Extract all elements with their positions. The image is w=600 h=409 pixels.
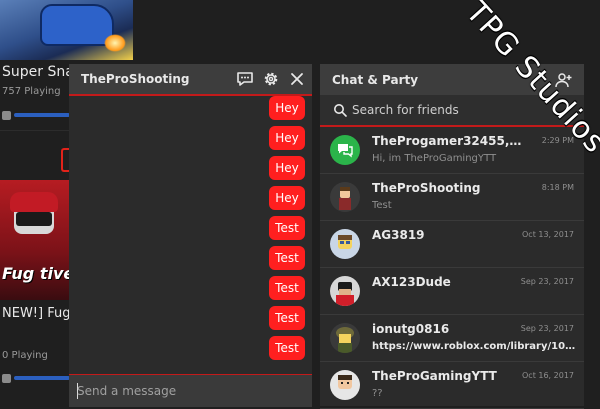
conversation-time: Oct 16, 2017 <box>522 371 574 380</box>
conversation-name: AX123Dude <box>372 275 451 289</box>
conversation-preview: ?? <box>372 388 383 399</box>
message-bubble: Hey <box>269 126 305 150</box>
conversation-list-item[interactable]: ionutg0816 https://www.roblox.com/librar… <box>320 315 584 362</box>
conversation-list-item[interactable]: TheProShooting Test 8:18 PM <box>320 174 584 221</box>
cap-image <box>10 192 58 212</box>
message-bubble: Hey <box>269 186 305 210</box>
player-count: 0 Playing <box>2 350 48 361</box>
car-image <box>40 4 114 46</box>
message-bubble: Hey <box>269 156 305 180</box>
conversation-name: TheProGamingYTT <box>372 369 497 383</box>
mask-image <box>16 212 52 226</box>
user-avatar <box>330 182 360 212</box>
vote-bar <box>14 113 70 117</box>
conversation-title[interactable]: TheProShooting <box>81 72 189 86</box>
conversation-name: TheProgamer32455, ... <box>372 134 522 148</box>
conversation-list-item[interactable]: TheProgamer32455, ... Hi, im TheProGamin… <box>320 127 584 174</box>
friend-search-input[interactable] <box>352 101 572 119</box>
chat-party-panel: Chat & Party TheProgamer32455, ... Hi, i… <box>320 64 584 409</box>
add-friend-icon[interactable] <box>554 70 574 90</box>
message-bubble: Test <box>269 306 305 330</box>
conversation-time: Sep 23, 2017 <box>520 324 574 333</box>
conversation-name: TheProShooting <box>372 181 481 195</box>
friend-search-bar <box>320 95 584 127</box>
search-icon <box>330 100 350 120</box>
chat-party-header: Chat & Party <box>320 64 584 95</box>
conversation-time: 8:18 PM <box>541 183 574 192</box>
game-thumbnail[interactable]: Fug tive <box>0 180 70 300</box>
gear-icon[interactable] <box>261 69 281 89</box>
message-bubble: Hey <box>269 96 305 120</box>
vote-bar <box>14 376 70 380</box>
game-title[interactable]: NEW!] Fugi <box>2 306 74 321</box>
thumbs-up-icon <box>2 374 11 383</box>
flame-image <box>104 34 126 52</box>
conversation-name: ionutg0816 <box>372 322 450 336</box>
message-bubble: Test <box>269 246 305 270</box>
message-bubble: Test <box>269 216 305 240</box>
message-input[interactable] <box>77 381 302 401</box>
message-composer <box>69 374 312 407</box>
game-logo-text: Fug tive <box>2 264 70 283</box>
message-list[interactable]: Hey Hey Hey Hey Test Test Test Test Test <box>69 96 312 372</box>
game-thumbnail[interactable] <box>0 0 133 60</box>
user-avatar <box>330 370 360 400</box>
page-edge <box>584 64 600 406</box>
conversation-name: AG3819 <box>372 228 425 242</box>
user-avatar <box>330 323 360 353</box>
conversation-list-item[interactable]: AX123Dude Sep 23, 2017 <box>320 268 584 315</box>
chat-details-icon[interactable] <box>235 69 255 89</box>
conversation-header: TheProShooting <box>69 64 312 96</box>
group-chat-icon <box>330 135 360 165</box>
conversation-preview: Hi, im TheProGamingYTT <box>372 153 497 164</box>
player-count: 757 Playing <box>2 86 61 97</box>
conversation-time: Oct 13, 2017 <box>522 230 574 239</box>
chat-party-title[interactable]: Chat & Party <box>332 73 418 87</box>
message-bubble: Test <box>269 276 305 300</box>
conversation-preview: https://www.roblox.com/library/106337... <box>372 341 577 352</box>
close-icon[interactable] <box>287 69 307 89</box>
divider <box>0 130 70 131</box>
conversation-time: Sep 23, 2017 <box>520 277 574 286</box>
conversation-preview: Test <box>372 200 392 211</box>
user-avatar <box>330 229 360 259</box>
conversation-list-item[interactable]: AG3819 Oct 13, 2017 <box>320 221 584 268</box>
user-avatar <box>330 276 360 306</box>
conversation-window: TheProShooting Hey Hey Hey Hey Test Test… <box>69 64 312 407</box>
thumbs-up-icon <box>2 111 11 120</box>
message-bubble: Test <box>269 336 305 360</box>
conversation-time: 2:29 PM <box>541 136 574 145</box>
conversation-list-item[interactable]: TheProGamingYTT ?? Oct 16, 2017 <box>320 362 584 409</box>
